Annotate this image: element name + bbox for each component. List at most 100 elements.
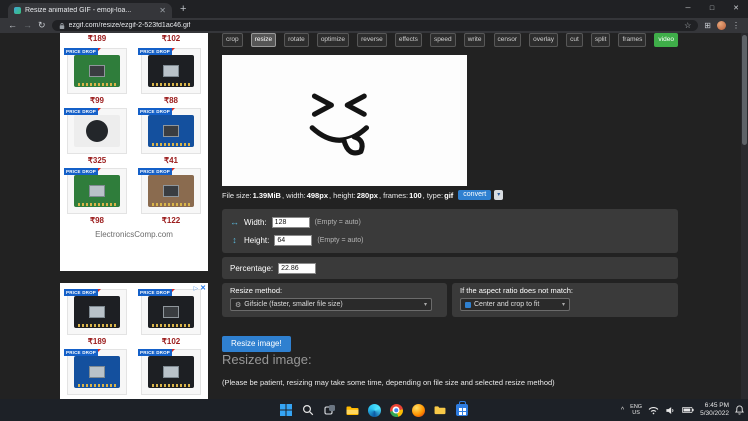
resize-method-value: Gifsicle (faster, smaller file size) bbox=[244, 301, 343, 308]
ad-row: PRICE DROP ₹98 PRICE DROP ₹122 bbox=[60, 168, 208, 225]
ad-product[interactable]: PRICE DROP bbox=[137, 349, 205, 395]
price-drop-badge: PRICE DROP bbox=[138, 108, 176, 115]
taskbar-folder-button[interactable] bbox=[433, 403, 447, 417]
notification-bell-icon[interactable] bbox=[735, 405, 744, 415]
ad-product[interactable]: PRICE DROP ₹189 bbox=[63, 289, 131, 346]
back-button[interactable]: ← bbox=[8, 18, 17, 33]
language-indicator[interactable]: ENG US bbox=[630, 404, 642, 417]
tray-chevron-icon[interactable]: ^ bbox=[621, 407, 624, 414]
width-input[interactable] bbox=[271, 216, 310, 228]
tool-frames[interactable]: frames bbox=[618, 33, 647, 48]
window-minimize-button[interactable]: ─ bbox=[676, 0, 700, 18]
price-drop-badge: PRICE DROP bbox=[64, 48, 102, 55]
ad-product[interactable]: PRICE DROP ₹41 bbox=[137, 108, 205, 165]
taskbar-firefox-button[interactable] bbox=[411, 403, 425, 417]
ad-product[interactable]: PRICE DROP ₹325 bbox=[63, 108, 131, 165]
tool-resize[interactable]: resize bbox=[250, 33, 277, 48]
price-drop-badge: PRICE DROP bbox=[138, 48, 176, 55]
search-icon bbox=[302, 404, 314, 416]
ad-product[interactable]: PRICE DROP ₹98 bbox=[63, 168, 131, 225]
window-maximize-button[interactable]: □ bbox=[700, 0, 724, 18]
patience-note: (Please be patient, resizing may take so… bbox=[222, 378, 555, 387]
profile-avatar[interactable] bbox=[717, 21, 726, 30]
ad-close-icon[interactable]: ✕ bbox=[200, 284, 206, 292]
taskbar-start-button[interactable] bbox=[279, 403, 293, 417]
emoji-graphic bbox=[309, 93, 369, 155]
taskbar-taskview-button[interactable] bbox=[323, 403, 337, 417]
tool-video[interactable]: video bbox=[654, 33, 678, 48]
file-size-value: 1.39MiB bbox=[252, 190, 281, 200]
percentage-panel: Percentage: bbox=[222, 257, 678, 279]
convert-button[interactable]: convert bbox=[458, 190, 492, 200]
address-bar[interactable]: ezgif.com/resize/ezgif-2-523fd1ac46.gif … bbox=[51, 20, 699, 31]
resize-method-select[interactable]: ⚙ Gifsicle (faster, smaller file size) ▾ bbox=[230, 298, 432, 311]
tool-write[interactable]: write bbox=[463, 33, 486, 48]
advertiser-name: ElectronicsComp.com bbox=[95, 230, 173, 239]
extensions-icon[interactable]: ⊞ bbox=[704, 21, 711, 30]
tool-effects[interactable]: effects bbox=[394, 33, 422, 48]
taskbar-explorer-button[interactable] bbox=[345, 403, 359, 417]
height-label: Height: bbox=[244, 235, 270, 245]
ad-product[interactable]: PRICE DROP ₹122 bbox=[137, 168, 205, 225]
product-price: ₹189 bbox=[87, 337, 107, 346]
tool-rotate[interactable]: rotate bbox=[284, 33, 309, 48]
taskbar-clock[interactable]: 6:45 PM 5/30/2022 bbox=[700, 402, 729, 418]
product-price: ₹98 bbox=[90, 216, 104, 225]
wifi-icon[interactable] bbox=[648, 406, 659, 415]
width-row: ↔ Width: (Empty = auto) bbox=[230, 213, 670, 231]
ad-block-bottom[interactable]: ▷ ✕ PRICE DROP ₹189 PRICE DROP ₹102 PRIC… bbox=[60, 283, 208, 399]
forward-button[interactable]: → bbox=[23, 18, 32, 33]
price-drop-badge: PRICE DROP bbox=[64, 108, 102, 115]
tool-censor[interactable]: censor bbox=[493, 33, 522, 48]
resize-method-panel: Resize method: ⚙ Gifsicle (faster, small… bbox=[222, 283, 447, 317]
product-price: ₹122 bbox=[161, 216, 181, 225]
tool-cut[interactable]: cut bbox=[566, 33, 583, 48]
file-type-value: gif bbox=[444, 190, 454, 200]
firefox-icon bbox=[411, 403, 425, 417]
ad-product[interactable]: PRICE DROP ₹99 bbox=[63, 48, 131, 105]
scrollbar-thumb[interactable] bbox=[742, 35, 747, 145]
convert-options-button[interactable]: ▾ bbox=[494, 190, 504, 200]
aspect-ratio-label: If the aspect ratio does not match: bbox=[460, 286, 573, 295]
tool-speed[interactable]: speed bbox=[429, 33, 456, 48]
aspect-ratio-select[interactable]: Center and crop to fit ▾ bbox=[460, 298, 570, 311]
window-close-button[interactable]: ✕ bbox=[724, 0, 748, 18]
ad-row: ₹189 ₹102 bbox=[60, 34, 208, 45]
taskbar-search-button[interactable] bbox=[301, 403, 315, 417]
ad-row: PRICE DROP ₹189 PRICE DROP ₹102 bbox=[60, 289, 208, 346]
volume-icon[interactable] bbox=[665, 406, 676, 415]
new-tab-button[interactable]: + bbox=[180, 2, 186, 16]
product-price: ₹325 bbox=[87, 156, 107, 165]
dimensions-panel: ↔ Width: (Empty = auto) ↕ Height: (Empty… bbox=[222, 209, 678, 253]
price-drop-badge: PRICE DROP bbox=[138, 349, 176, 356]
resize-method-label: Resize method: bbox=[230, 286, 283, 295]
taskbar-store-button[interactable] bbox=[455, 401, 469, 417]
taskbar-chrome-button[interactable] bbox=[389, 403, 403, 417]
window-controls: ─ □ ✕ bbox=[676, 0, 748, 18]
percentage-label: Percentage: bbox=[230, 263, 274, 273]
bookmark-star-icon[interactable]: ☆ bbox=[684, 21, 691, 30]
clock-date: 5/30/2022 bbox=[700, 410, 729, 417]
reload-button[interactable]: ↻ bbox=[38, 18, 46, 33]
browser-tab[interactable]: Resize animated GIF - emoji-loa... ✕ bbox=[8, 3, 172, 18]
page-scrollbar[interactable] bbox=[741, 33, 748, 399]
tool-crop[interactable]: crop bbox=[222, 33, 243, 48]
tool-overlay[interactable]: overlay bbox=[529, 33, 559, 48]
tool-reverse[interactable]: reverse bbox=[357, 33, 387, 48]
tool-optimize[interactable]: optimize bbox=[316, 33, 350, 48]
tab-close-icon[interactable]: ✕ bbox=[159, 6, 166, 15]
taskbar-edge-button[interactable] bbox=[367, 403, 381, 417]
browser-menu-button[interactable]: ⋮ bbox=[732, 21, 740, 30]
ad-product[interactable]: PRICE DROP ₹88 bbox=[137, 48, 205, 105]
ad-block-top[interactable]: ₹189 ₹102 PRICE DROP ₹99 PRICE DROP ₹88 … bbox=[60, 33, 208, 271]
ad-product[interactable]: PRICE DROP ₹102 bbox=[137, 289, 205, 346]
resize-image-button[interactable]: Resize image! bbox=[222, 336, 291, 352]
percentage-input[interactable] bbox=[278, 262, 317, 274]
gear-icon: ⚙ bbox=[235, 301, 242, 309]
adchoices-icon[interactable]: ▷ bbox=[194, 285, 199, 292]
chevron-down-icon: ▾ bbox=[561, 302, 565, 308]
ad-product[interactable]: PRICE DROP bbox=[63, 349, 131, 395]
tool-split[interactable]: split bbox=[590, 33, 611, 48]
height-input[interactable] bbox=[274, 234, 313, 246]
battery-icon[interactable] bbox=[682, 406, 694, 414]
